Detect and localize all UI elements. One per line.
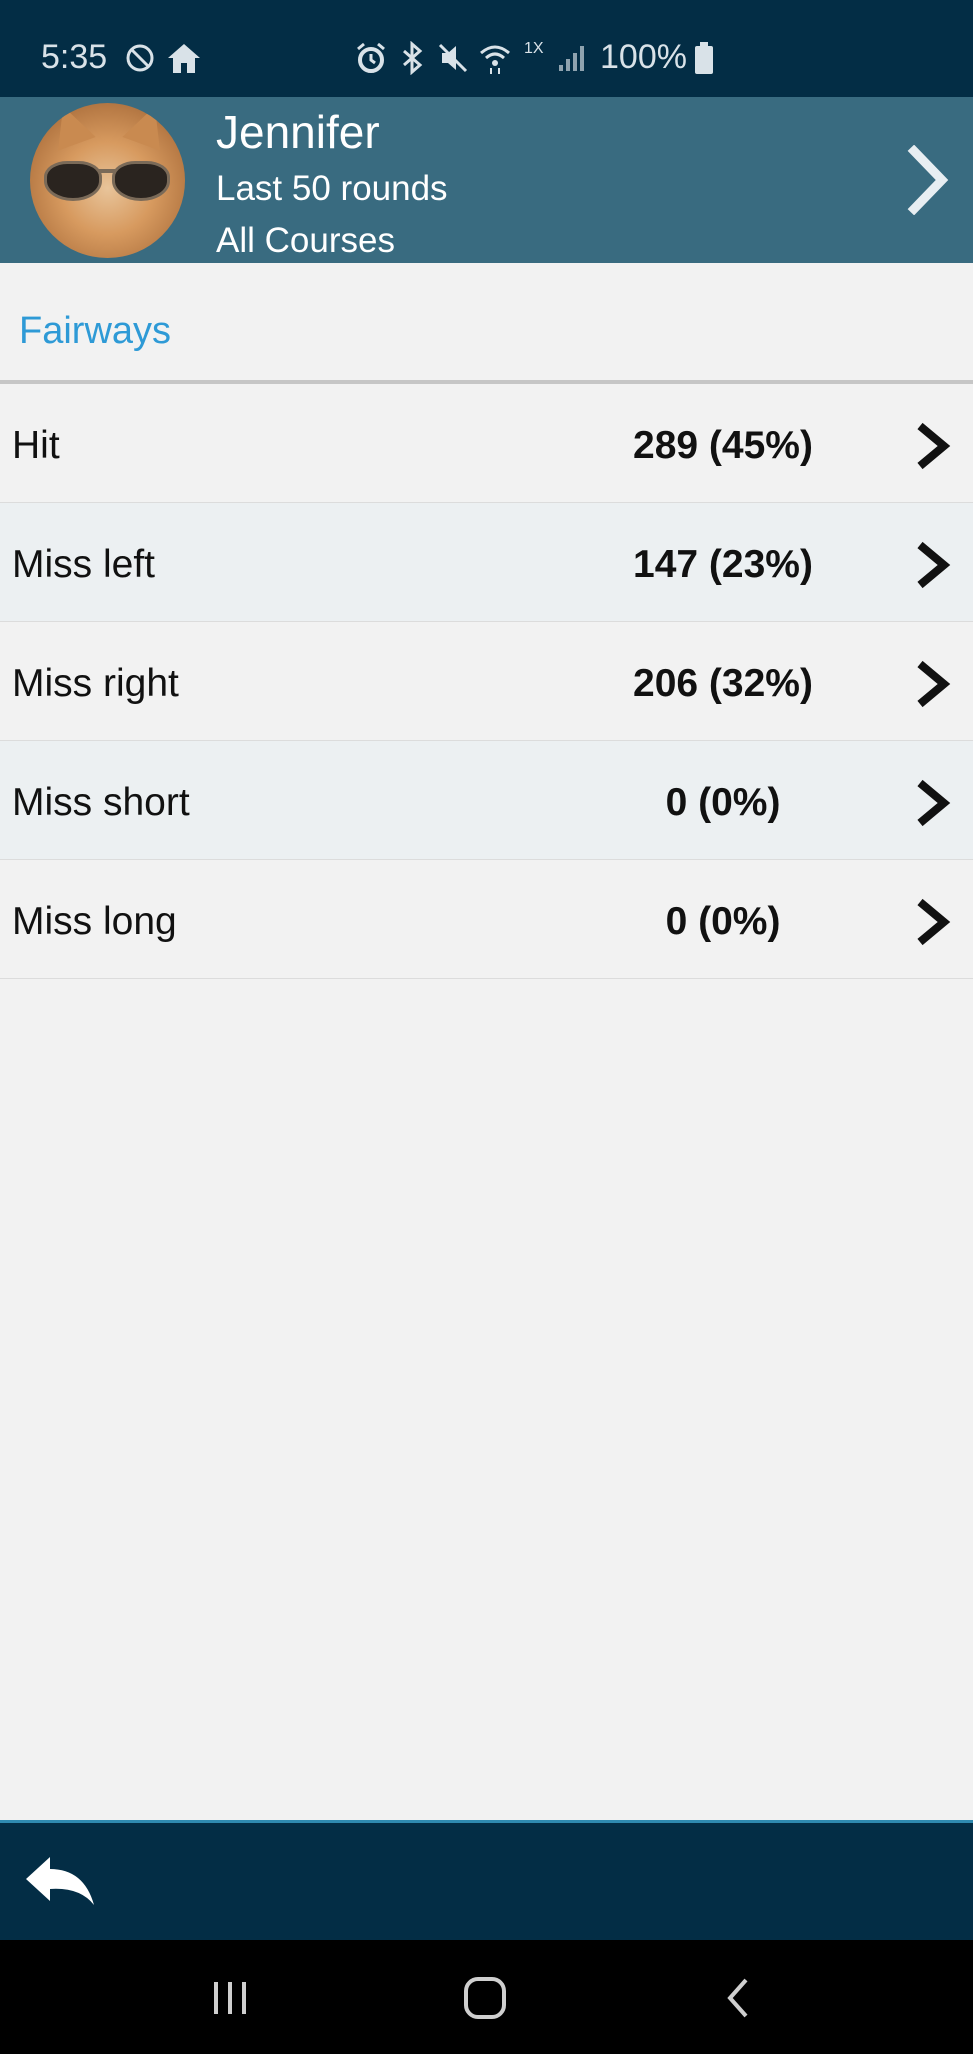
stat-label: Hit: [12, 424, 60, 467]
rounds-filter: Last 50 rounds: [216, 169, 448, 208]
stat-value: 147 (23%): [633, 543, 813, 586]
chevron-right-icon[interactable]: [912, 541, 952, 589]
profile-header[interactable]: Jennifer Last 50 rounds All Courses: [0, 97, 973, 263]
stat-value: 206 (32%): [633, 662, 813, 705]
stat-row-miss-short[interactable]: Miss short 0 (0%): [0, 741, 973, 860]
system-nav-bar: [0, 1940, 973, 2054]
status-time: 5:35: [41, 38, 108, 76]
chevron-right-icon[interactable]: [912, 422, 952, 470]
stat-label: Miss right: [12, 662, 179, 705]
alarm-icon: [354, 40, 388, 76]
stat-row-miss-long[interactable]: Miss long 0 (0%): [0, 860, 973, 979]
avatar: [30, 103, 185, 258]
stat-row-hit[interactable]: Hit 289 (45%): [0, 384, 973, 503]
mute-icon: [436, 40, 470, 76]
chevron-right-icon[interactable]: [912, 898, 952, 946]
section-title: Fairways: [19, 310, 172, 352]
stat-row-miss-left[interactable]: Miss left 147 (23%): [0, 503, 973, 622]
stat-value: 0 (0%): [665, 900, 781, 943]
bluetooth-icon: [398, 40, 426, 76]
chevron-right-icon[interactable]: [906, 145, 950, 215]
profile-name: Jennifer: [216, 106, 380, 158]
stat-label: Miss long: [12, 900, 177, 943]
courses-filter: All Courses: [216, 221, 395, 260]
do-not-disturb-icon: [124, 40, 158, 76]
stat-label: Miss short: [12, 781, 190, 824]
stat-row-miss-right[interactable]: Miss right 206 (32%): [0, 622, 973, 741]
wifi-icon: [478, 40, 512, 76]
reply-back-icon[interactable]: [22, 1853, 98, 1913]
stat-label: Miss left: [12, 543, 156, 586]
recent-apps-icon[interactable]: [208, 1976, 252, 2020]
status-bar: 5:35 1X 100%: [0, 0, 973, 97]
stat-value: 289 (45%): [633, 424, 813, 467]
battery-icon: [694, 40, 714, 76]
network-type-label: 1X: [524, 40, 544, 57]
home-button-icon[interactable]: [462, 1976, 508, 2020]
signal-icon: [558, 40, 586, 76]
chevron-right-icon[interactable]: [912, 779, 952, 827]
stat-value: 0 (0%): [665, 781, 781, 824]
back-button-icon[interactable]: [722, 1976, 752, 2020]
bottom-toolbar: [0, 1820, 973, 1940]
home-icon: [166, 40, 202, 76]
battery-percent: 100%: [600, 38, 687, 76]
chevron-right-icon[interactable]: [912, 660, 952, 708]
